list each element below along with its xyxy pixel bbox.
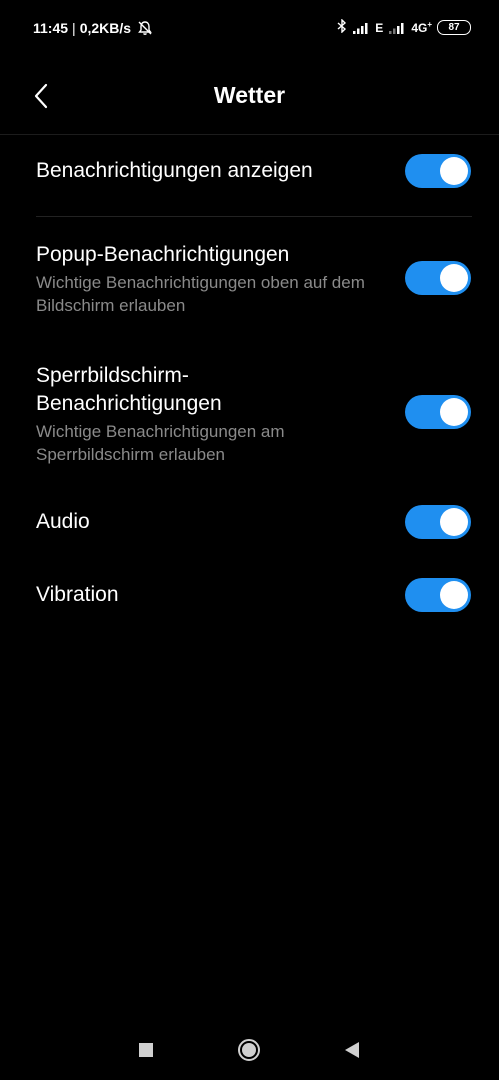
sim1-network-label: E <box>375 20 384 35</box>
setting-text: Audio <box>36 505 376 539</box>
mute-icon <box>137 20 153 36</box>
setting-show-notifications[interactable]: Benachrichtigungen anzeigen <box>36 154 476 188</box>
setting-text: Vibration <box>36 578 376 612</box>
status-bar: 11:45 | 0,2KB/s E 4G+ 87 <box>0 0 499 58</box>
sim2-network-label: 4G+ <box>411 20 432 35</box>
toggle-vibration[interactable] <box>405 578 471 612</box>
bluetooth-icon <box>337 18 347 36</box>
setting-audio[interactable]: Audio <box>36 505 476 539</box>
battery-level: 87 <box>448 22 460 33</box>
signal-icon <box>388 21 406 35</box>
battery-icon: 87 <box>437 20 471 35</box>
network-speed: 0,2KB/s <box>79 20 132 36</box>
setting-text: Popup-Benachrichtigungen Wichtige Benach… <box>36 241 376 317</box>
back-triangle-icon <box>345 1042 359 1058</box>
status-left: 11:45 | 0,2KB/s <box>33 20 153 36</box>
toggle-audio[interactable] <box>405 505 471 539</box>
back-nav-button[interactable] <box>337 1035 367 1065</box>
toggle-knob <box>440 398 468 426</box>
setting-lockscreen-notifications[interactable]: Sperrbildschirm- Benachrichtigungen Wich… <box>36 362 476 466</box>
status-separator: | <box>72 20 76 36</box>
navigation-bar <box>0 1020 499 1080</box>
app-header: Wetter <box>0 58 499 135</box>
clock: 11:45 <box>33 20 69 36</box>
setting-title-line1: Sperrbildschirm- <box>36 364 189 387</box>
toggle-show-notifications[interactable] <box>405 154 471 188</box>
setting-text: Benachrichtigungen anzeigen <box>36 154 376 188</box>
sim2-network-plus: + <box>427 20 432 29</box>
signal-icon <box>352 21 370 35</box>
toggle-knob <box>440 157 468 185</box>
setting-title: Vibration <box>36 583 119 606</box>
toggle-popup-notifications[interactable] <box>405 261 471 295</box>
divider <box>36 216 472 217</box>
setting-popup-notifications[interactable]: Popup-Benachrichtigungen Wichtige Benach… <box>36 241 476 321</box>
status-right: E 4G+ 87 <box>337 18 471 36</box>
home-button[interactable] <box>234 1035 264 1065</box>
toggle-knob <box>440 508 468 536</box>
sim2-network-text: 4G <box>411 21 428 35</box>
toggle-knob <box>440 581 468 609</box>
home-circle-icon <box>238 1039 260 1061</box>
toggle-lockscreen-notifications[interactable] <box>405 395 471 429</box>
setting-subtitle: Wichtige Benachrichtigungen am Sperrbild… <box>36 422 285 464</box>
setting-title-line2: Benachrichtigungen <box>36 392 222 415</box>
setting-text: Sperrbildschirm- Benachrichtigungen Wich… <box>36 362 376 466</box>
recents-square-icon <box>139 1043 153 1057</box>
toggle-knob <box>440 264 468 292</box>
setting-title: Benachrichtigungen anzeigen <box>36 159 313 182</box>
recents-button[interactable] <box>131 1035 161 1065</box>
setting-title: Audio <box>36 510 90 533</box>
setting-subtitle: Wichtige Benachrichtigungen oben auf dem… <box>36 273 365 315</box>
setting-title: Popup-Benachrichtigungen <box>36 243 290 266</box>
setting-vibration[interactable]: Vibration <box>36 578 476 612</box>
page-title: Wetter <box>213 82 286 108</box>
